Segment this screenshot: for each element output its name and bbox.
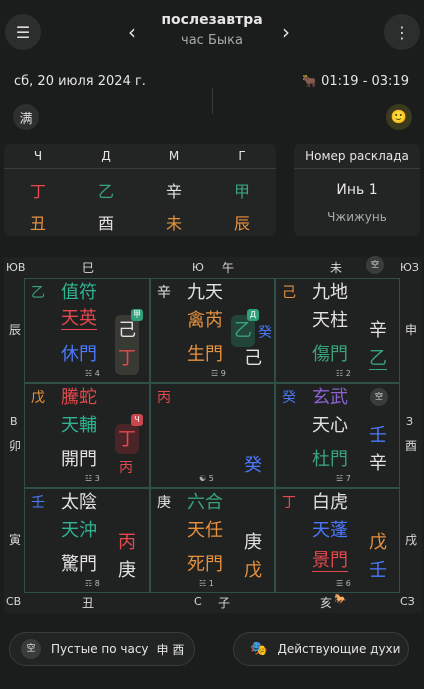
face-button[interactable]: 🙂 (386, 104, 412, 130)
empty-marker-icon: 空 (21, 639, 41, 659)
page-subtitle: час Быка (181, 33, 243, 48)
next-arrow[interactable]: › (282, 20, 290, 44)
more-button[interactable]: ⋮ (384, 14, 420, 50)
empty-marker-icon: 空 (370, 388, 388, 406)
manchu-button[interactable]: 满 (13, 104, 39, 130)
palace-cell-s[interactable]: 辛 九天 禽芮 生門 ☲ 9 乙 癸 己 Д (150, 278, 275, 383)
time-range: 🐂 01:19 - 03:19 (302, 74, 409, 89)
empty-by-hour-button[interactable]: 空 Пустые по часу 申 酉 (9, 632, 195, 666)
prev-arrow[interactable]: ‹ (128, 20, 136, 44)
pillars-stems: 丁 乙 辛 甲 (29, 182, 250, 201)
face-icon: 🙂 (390, 109, 408, 125)
palace-cell-nw[interactable]: 丁 白虎 天蓬 景門 ☰ 6 戊 壬 (275, 488, 400, 593)
page-title: послезавтра (161, 12, 263, 28)
menu-icon: ☰ (15, 22, 31, 42)
layout-card[interactable]: Номер расклада Инь 1 Чжижунь (294, 144, 420, 236)
palace-cell-n[interactable]: 庚 六合 天任 死門 ☵ 1 庚 戊 (150, 488, 275, 593)
qimen-board: ЮВ 巳 Ю 午 未 空 ЮЗ 辰 В 卯 寅 申 З 酉 戌 СВ 丑 С 子… (4, 256, 422, 613)
pillars-card: Ч Д М Г 丁 乙 辛 甲 丑 酉 未 辰 (4, 144, 276, 236)
pillars-header: Ч Д М Г (33, 149, 246, 163)
active-spirits-button[interactable]: 🎭 Действующие духи (233, 632, 409, 666)
date-label: сб, 20 июля 2024 г. (14, 74, 146, 89)
palace-cell-e[interactable]: 戊 騰蛇 天輔 開門 ☳ 3 丁 丙 Ч (24, 383, 150, 488)
palace-cell-se[interactable]: 乙 值符 天英 休門 ☵ 4 己 丁 甲 (24, 278, 150, 383)
yin-yang-icon: ☯ (199, 474, 207, 483)
ox-icon: 🐂 (302, 74, 317, 88)
palace-cell-ne[interactable]: 壬 太陰 天沖 驚門 ☶ 8 丙 庚 (24, 488, 150, 593)
mask-icon: 🎭 (250, 641, 268, 657)
palace-cell-center[interactable]: 丙 ☯ 5 癸 (150, 383, 275, 488)
pillars-branches: 丑 酉 未 辰 (29, 214, 250, 233)
palace-cell-w[interactable]: 癸 玄武 天心 杜門 ☱ 7 空 壬 辛 (275, 383, 400, 488)
menu-button[interactable]: ☰ (5, 14, 41, 50)
horse-icon: 🐎 (334, 594, 347, 605)
more-icon: ⋮ (394, 22, 410, 42)
palace-cell-sw[interactable]: 己 九地 天柱 傷門 ☷ 2 辛 乙 (275, 278, 400, 383)
empty-marker-icon: 空 (366, 256, 384, 274)
divider (212, 88, 213, 114)
